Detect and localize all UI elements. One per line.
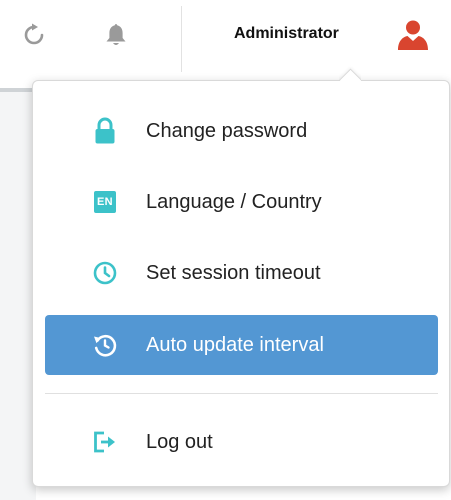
menu-item-label: Set session timeout: [146, 261, 321, 284]
menu-item-set-session-timeout[interactable]: Set session timeout: [45, 243, 438, 303]
menu-item-auto-update-interval[interactable]: Auto update interval: [45, 315, 438, 375]
bell-icon: [106, 24, 126, 45]
dropdown-caret: [339, 63, 361, 81]
menu-item-label: Auto update interval: [146, 333, 324, 356]
lock-icon: [91, 117, 119, 145]
user-dropdown-menu: Change password EN Language / Country Se…: [32, 80, 450, 487]
user-icon: [398, 20, 428, 50]
user-menu-button[interactable]: Administrator: [222, 14, 428, 54]
topbar-divider: [181, 6, 182, 72]
top-bar: Administrator: [0, 0, 451, 80]
refresh-button[interactable]: [14, 15, 54, 55]
language-badge: EN: [94, 191, 116, 213]
menu-item-label: Language / Country: [146, 190, 322, 213]
notifications-button[interactable]: [96, 15, 136, 55]
menu-item-change-password[interactable]: Change password: [45, 101, 438, 161]
menu-item-label: Change password: [146, 119, 308, 142]
en-badge-icon: EN: [91, 188, 119, 216]
menu-item-language-country[interactable]: EN Language / Country: [45, 172, 438, 232]
username: Administrator: [234, 25, 339, 42]
history-icon: [91, 331, 119, 359]
menu-item-label: Log out: [146, 430, 213, 453]
background-page: [0, 92, 36, 500]
menu-item-log-out[interactable]: Log out: [45, 412, 438, 472]
clock-icon: [91, 259, 119, 287]
logout-icon: [91, 428, 119, 456]
refresh-icon: [24, 23, 44, 45]
menu-divider: [45, 393, 438, 394]
